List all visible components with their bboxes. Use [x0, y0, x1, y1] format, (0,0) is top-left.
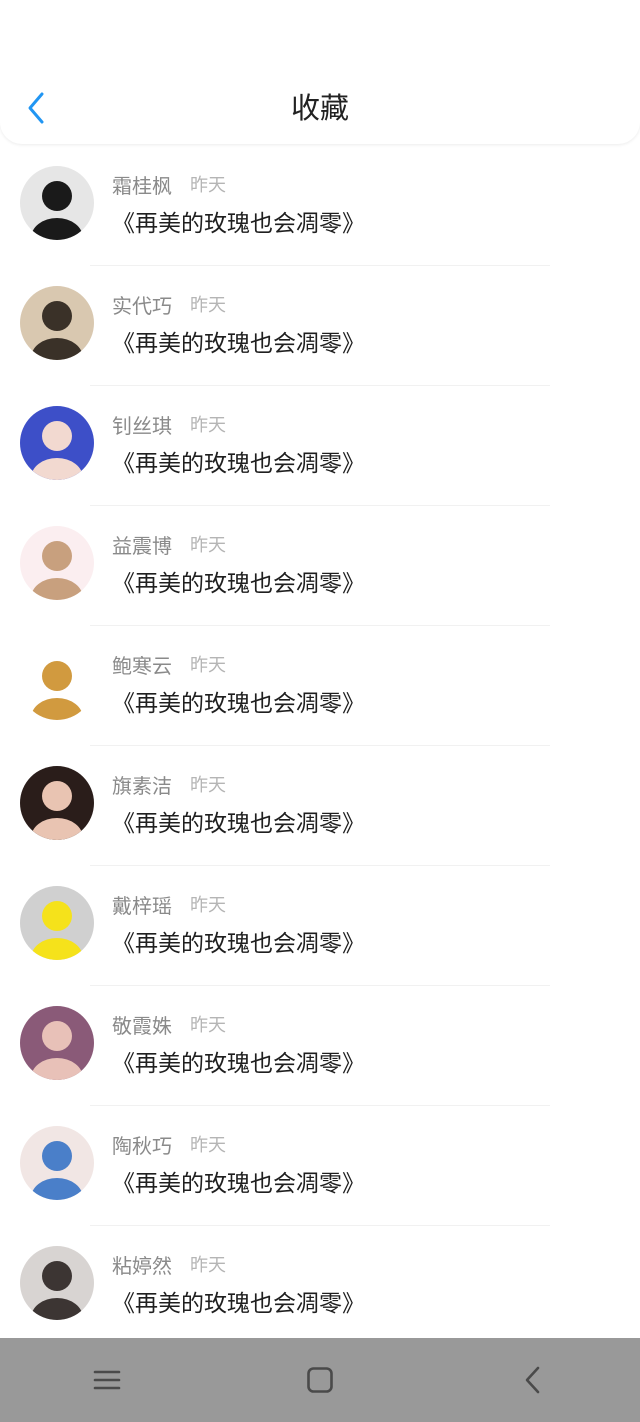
system-back-button[interactable]	[493, 1350, 573, 1410]
favorite-title[interactable]: 《再美的玫瑰也会凋零》	[112, 804, 365, 838]
favorite-title[interactable]: 《再美的玫瑰也会凋零》	[112, 924, 365, 958]
item-meta: 旗素洁 昨天	[112, 770, 226, 798]
item-meta: 霜桂枫 昨天	[112, 170, 226, 198]
timestamp: 昨天	[190, 295, 226, 316]
favorite-title[interactable]: 《再美的玫瑰也会凋零》	[112, 204, 365, 238]
timestamp: 昨天	[190, 415, 226, 436]
item-meta: 粘婷然 昨天	[112, 1250, 226, 1278]
item-meta: 鲍寒云 昨天	[112, 650, 226, 678]
home-button[interactable]	[280, 1350, 360, 1410]
author-name: 钊丝琪	[112, 413, 172, 438]
timestamp: 昨天	[190, 775, 226, 796]
item-meta: 敬霞姝 昨天	[112, 1010, 226, 1038]
menu-button[interactable]	[67, 1350, 147, 1410]
item-meta: 钊丝琪 昨天	[112, 410, 226, 438]
favorites-list: 霜桂枫 昨天 《再美的玫瑰也会凋零》 实代巧 昨天 《再美的玫瑰也会凋零》 钊丝琪 昨天 《再美…	[0, 146, 640, 1346]
favorite-item[interactable]: 鲍寒云 昨天《再美的玫瑰也会凋零》	[0, 626, 640, 746]
favorite-title[interactable]: 《再美的玫瑰也会凋零》	[112, 324, 365, 358]
avatar[interactable]	[20, 1126, 94, 1200]
avatar[interactable]	[20, 286, 94, 360]
menu-icon	[93, 1370, 120, 1390]
favorite-title[interactable]: 《再美的玫瑰也会凋零》	[112, 684, 365, 718]
avatar[interactable]	[20, 886, 94, 960]
avatar[interactable]	[20, 646, 94, 720]
favorite-item[interactable]: 戴梓瑶 昨天《再美的玫瑰也会凋零》	[0, 866, 640, 986]
favorite-item[interactable]: 陶秋巧 昨天《再美的玫瑰也会凋零》	[0, 1106, 640, 1226]
favorite-item[interactable]: 旗素洁 昨天《再美的玫瑰也会凋零》	[0, 746, 640, 866]
timestamp: 昨天	[190, 1135, 226, 1156]
avatar[interactable]	[20, 1006, 94, 1080]
avatar[interactable]	[20, 166, 94, 240]
author-name: 实代巧	[112, 293, 172, 318]
author-name: 敬霞姝	[112, 1013, 172, 1038]
author-name: 益震博	[112, 533, 172, 558]
item-meta: 陶秋巧 昨天	[112, 1130, 226, 1158]
favorite-item[interactable]: 实代巧 昨天《再美的玫瑰也会凋零》	[0, 266, 640, 386]
favorite-title[interactable]: 《再美的玫瑰也会凋零》	[112, 1164, 365, 1198]
favorite-item[interactable]: 钊丝琪 昨天《再美的玫瑰也会凋零》	[0, 386, 640, 506]
favorite-title[interactable]: 《再美的玫瑰也会凋零》	[112, 444, 365, 478]
avatar[interactable]	[20, 406, 94, 480]
author-name: 粘婷然	[112, 1253, 172, 1278]
item-meta: 戴梓瑶 昨天	[112, 890, 226, 918]
author-name: 霜桂枫	[112, 173, 172, 198]
app-header: 收藏	[0, 0, 640, 144]
system-nav-bar	[0, 1338, 640, 1422]
page-title: 收藏	[290, 91, 349, 125]
favorite-item[interactable]: 益震博 昨天《再美的玫瑰也会凋零》	[0, 506, 640, 626]
timestamp: 昨天	[190, 1255, 226, 1276]
timestamp: 昨天	[190, 1015, 226, 1036]
timestamp: 昨天	[190, 535, 226, 556]
author-name: 鲍寒云	[112, 653, 172, 678]
author-name: 旗素洁	[112, 773, 172, 798]
favorite-title[interactable]: 《再美的玫瑰也会凋零》	[112, 1284, 365, 1318]
avatar[interactable]	[20, 766, 94, 840]
favorite-item[interactable]: 敬霞姝 昨天《再美的玫瑰也会凋零》	[0, 986, 640, 1106]
back-triangle-icon	[526, 1366, 540, 1394]
item-meta: 实代巧 昨天	[112, 290, 226, 318]
item-meta: 益震博 昨天	[112, 530, 226, 558]
author-name: 陶秋巧	[112, 1133, 172, 1158]
timestamp: 昨天	[190, 895, 226, 916]
favorite-title[interactable]: 《再美的玫瑰也会凋零》	[112, 564, 365, 598]
avatar[interactable]	[20, 526, 94, 600]
timestamp: 昨天	[190, 655, 226, 676]
favorite-item[interactable]: 霜桂枫 昨天《再美的玫瑰也会凋零》	[0, 146, 640, 266]
avatar[interactable]	[20, 1246, 94, 1320]
home-square-icon	[307, 1367, 333, 1393]
favorite-title[interactable]: 《再美的玫瑰也会凋零》	[112, 1044, 365, 1078]
timestamp: 昨天	[190, 175, 226, 196]
favorite-item[interactable]: 粘婷然 昨天《再美的玫瑰也会凋零》	[0, 1226, 640, 1346]
author-name: 戴梓瑶	[112, 893, 172, 918]
